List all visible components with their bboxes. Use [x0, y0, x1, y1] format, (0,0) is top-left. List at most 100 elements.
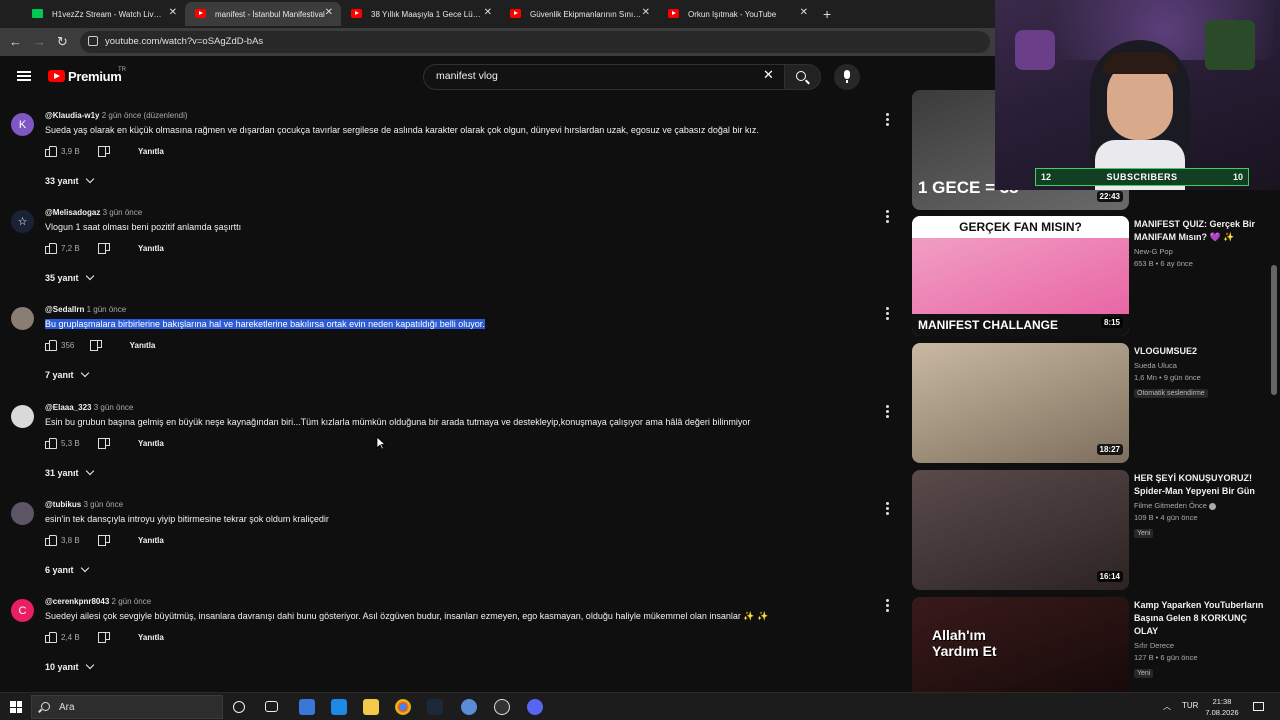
more-options-icon[interactable] [885, 307, 891, 321]
close-icon[interactable]: ✕ [642, 7, 650, 18]
cortana-icon[interactable] [233, 701, 245, 713]
author-handle[interactable]: @Klaudia-w1y [45, 111, 99, 120]
more-options-icon[interactable] [885, 113, 891, 127]
comment-time[interactable]: 1 gün önce [87, 305, 127, 314]
scrollbar-thumb[interactable] [1271, 265, 1277, 395]
replies-toggle[interactable]: 10 yanıt [45, 660, 94, 672]
voice-search-button[interactable] [834, 64, 860, 90]
reply-button[interactable]: Yanıtla [138, 244, 164, 253]
avatar[interactable] [11, 405, 34, 428]
browser-tab[interactable]: H1vezZz Stream - Watch Live o ✕ [22, 2, 185, 26]
search-input[interactable] [436, 70, 756, 82]
like-icon[interactable] [45, 534, 57, 546]
language-indicator[interactable]: TUR [1182, 701, 1198, 710]
comment-time[interactable]: 3 gün önce [94, 403, 134, 412]
back-icon[interactable]: ← [9, 34, 22, 49]
author-handle[interactable]: @Melisadogaz [45, 208, 100, 217]
menu-icon[interactable] [17, 71, 31, 81]
replies-toggle[interactable]: 7 yanıt [45, 368, 89, 380]
video-title[interactable]: MANIFEST QUIZ: Gerçek Bir MANIFAM Mısın?… [1134, 218, 1268, 244]
video-channel[interactable]: Filme Gitmeden Önce [1134, 501, 1268, 510]
close-icon[interactable]: ✕ [169, 7, 177, 18]
browser-tab[interactable]: Güvenlik Ekipmanlarının Sınırları ✕ [500, 2, 658, 26]
new-tab-icon[interactable]: + [823, 6, 831, 22]
more-options-icon[interactable] [885, 210, 891, 224]
close-icon[interactable]: ✕ [800, 7, 808, 18]
dislike-icon[interactable] [99, 244, 110, 255]
replies-toggle[interactable]: 31 yanıt [45, 466, 94, 478]
youtube-logo-icon[interactable] [48, 70, 65, 82]
like-icon[interactable] [45, 242, 57, 254]
video-thumbnail[interactable]: GERÇEK FAN MISIN? MANIFEST CHALLANGE 8:1… [912, 216, 1129, 336]
video-title[interactable]: Kamp Yaparken YouTuberların Başına Gelen… [1134, 599, 1268, 638]
forward-icon[interactable]: → [33, 34, 46, 49]
url-text[interactable]: youtube.com/watch?v=oSAgZdD-bAs [105, 36, 263, 47]
close-icon[interactable]: ✕ [484, 7, 492, 18]
replies-toggle[interactable]: 6 yanıt [45, 563, 89, 575]
more-options-icon[interactable] [885, 502, 891, 516]
video-thumbnail[interactable]: 18:27 [912, 343, 1129, 463]
like-icon[interactable] [45, 631, 57, 643]
author-handle[interactable]: @Elaaa_323 [45, 403, 92, 412]
reply-button[interactable]: Yanıtla [138, 633, 164, 642]
dislike-icon[interactable] [99, 147, 110, 158]
author-handle[interactable]: @Sedallrn [45, 305, 84, 314]
video-channel[interactable]: Sıfır Derece [1134, 641, 1268, 650]
youtube-brand[interactable]: Premium [68, 69, 122, 84]
video-card[interactable]: 18:27 VLOGUMSUE2 Sueda Uluca 1,6 Mn • 9 … [912, 343, 1272, 463]
obs-icon[interactable] [494, 699, 510, 715]
reply-button[interactable]: Yanıtla [138, 439, 164, 448]
dislike-icon[interactable] [99, 536, 110, 547]
app-icon[interactable] [299, 699, 315, 715]
clock[interactable]: 21:38 7.08.2026 [1200, 696, 1244, 718]
like-icon[interactable] [45, 339, 57, 351]
reply-button[interactable]: Yanıtla [138, 536, 164, 545]
browser-tab[interactable]: Orkun Işıtmak - YouTube ✕ [658, 2, 816, 26]
reload-icon[interactable]: ↻ [57, 34, 68, 50]
video-title[interactable]: HER ŞEYİ KONUŞUYORUZ! Spider-Man Yepyeni… [1134, 472, 1268, 498]
more-options-icon[interactable] [885, 599, 891, 613]
task-view-icon[interactable] [265, 701, 278, 712]
comment-time[interactable]: 3 gün önce [103, 208, 143, 217]
notification-icon[interactable] [1253, 702, 1264, 711]
video-thumbnail[interactable]: 16:14 [912, 470, 1129, 590]
dislike-icon[interactable] [99, 633, 110, 644]
avatar[interactable] [11, 307, 34, 330]
clear-search-icon[interactable]: ✕ [763, 67, 774, 83]
video-title[interactable]: VLOGUMSUE2 [1134, 345, 1268, 358]
author-handle[interactable]: @tubikus [45, 500, 81, 509]
avatar[interactable]: C [11, 599, 34, 622]
replies-toggle[interactable]: 33 yanıt [45, 174, 94, 186]
comment-time[interactable]: 3 gün önce [83, 500, 123, 509]
mail-icon[interactable] [331, 699, 347, 715]
like-icon[interactable] [45, 145, 57, 157]
app-icon[interactable] [461, 699, 477, 715]
video-channel[interactable]: Sueda Uluca [1134, 361, 1268, 370]
search-box[interactable] [423, 64, 785, 90]
avatar[interactable] [11, 502, 34, 525]
browser-tab-active[interactable]: manifest - İstanbul Manifestival ✕ [185, 2, 341, 26]
reply-button[interactable]: Yanıtla [130, 341, 156, 350]
like-icon[interactable] [45, 437, 57, 449]
address-bar[interactable]: youtube.com/watch?v=oSAgZdD-bAs [80, 31, 990, 53]
dislike-icon[interactable] [91, 341, 102, 352]
avatar[interactable]: ☆ [11, 210, 34, 233]
taskbar-search[interactable]: Ara [31, 695, 223, 719]
video-card[interactable]: 16:14 HER ŞEYİ KONUŞUYORUZ! Spider-Man Y… [912, 470, 1272, 590]
windows-start-icon[interactable] [10, 701, 22, 713]
chrome-icon[interactable] [395, 699, 411, 715]
dislike-icon[interactable] [99, 439, 110, 450]
comment-time[interactable]: 2 gün önce [112, 597, 152, 606]
reply-button[interactable]: Yanıtla [138, 147, 164, 156]
search-button[interactable] [785, 64, 821, 90]
replies-toggle[interactable]: 35 yanıt [45, 271, 94, 283]
file-explorer-icon[interactable] [363, 699, 379, 715]
comment-time[interactable]: 2 gün önce (düzenlendi) [102, 111, 188, 120]
tray-chevron-icon[interactable]: ︿ [1163, 701, 1171, 712]
avatar[interactable]: K [11, 113, 34, 136]
more-options-icon[interactable] [885, 405, 891, 419]
steam-icon[interactable] [427, 699, 443, 715]
browser-tab[interactable]: 38 Yıllık Maaşıyla 1 Gece Lüks O ✕ [341, 2, 500, 26]
author-handle[interactable]: @cerenkpnr8043 [45, 597, 109, 606]
close-icon[interactable]: ✕ [325, 7, 333, 18]
